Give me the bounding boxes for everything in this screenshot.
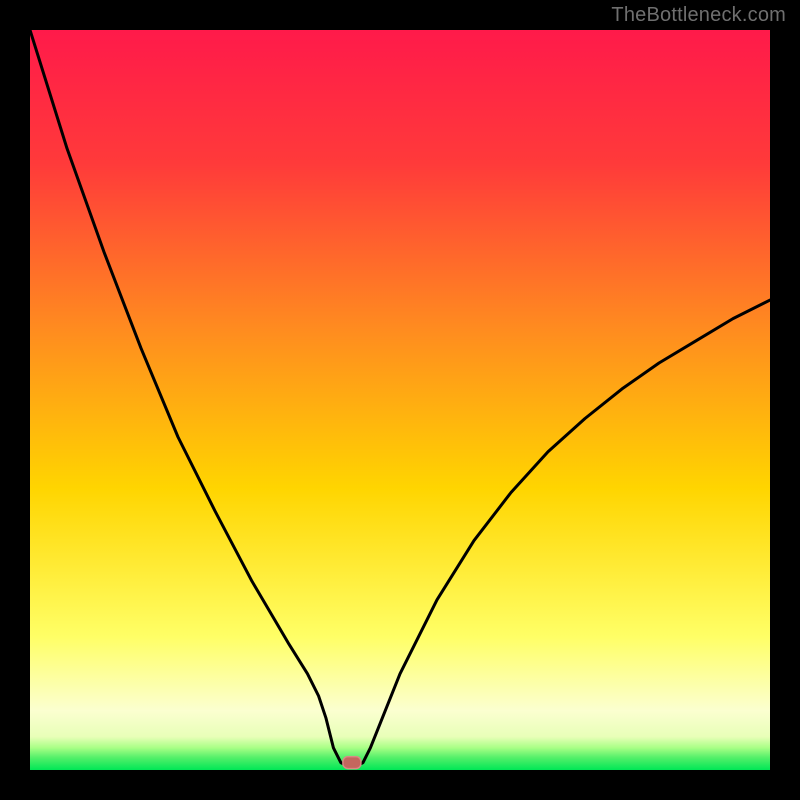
watermark-label: TheBottleneck.com [611,4,786,27]
chart-frame: TheBottleneck.com [0,0,800,800]
gradient-background [30,30,770,770]
bottleneck-chart [30,30,770,770]
optimal-point-marker [343,757,361,769]
chart-svg [30,30,770,770]
